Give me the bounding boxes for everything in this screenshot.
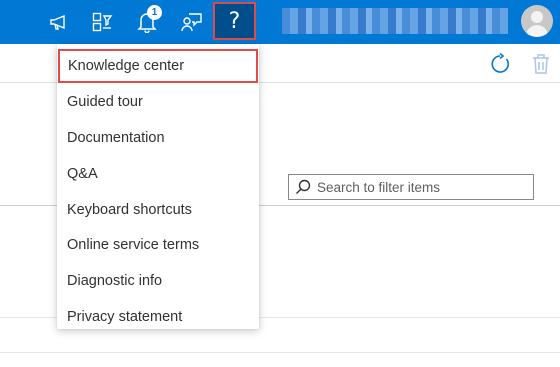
megaphone-icon	[49, 13, 69, 31]
account-name-redacted[interactable]	[282, 8, 508, 34]
announcements-button[interactable]	[37, 0, 81, 44]
menu-item-qa[interactable]: Q&A	[57, 157, 259, 191]
directory-filter-button[interactable]	[81, 0, 125, 44]
delete-button[interactable]	[531, 53, 551, 75]
menu-item-diagnostic-info[interactable]: Diagnostic info	[57, 264, 259, 298]
menu-item-online-service-terms[interactable]: Online service terms	[57, 228, 259, 262]
menu-item-guided-tour[interactable]: Guided tour	[57, 85, 259, 119]
notification-count-badge: 1	[147, 5, 162, 20]
menu-item-keyboard-shortcuts[interactable]: Keyboard shortcuts	[57, 193, 259, 227]
search-box[interactable]	[288, 174, 534, 200]
feedback-icon	[181, 12, 203, 32]
avatar-body-shape	[526, 25, 548, 37]
menu-item-documentation[interactable]: Documentation	[57, 121, 259, 155]
notifications-button[interactable]: 1	[125, 0, 169, 44]
help-button[interactable]: ?	[213, 2, 256, 40]
refresh-button[interactable]	[489, 52, 511, 75]
help-menu: Knowledge center Guided tour Documentati…	[57, 44, 259, 329]
menu-item-knowledge-center[interactable]: Knowledge center	[58, 49, 258, 83]
menu-item-privacy-statement[interactable]: Privacy statement	[57, 300, 259, 334]
search-icon	[289, 175, 317, 199]
divider	[0, 352, 560, 353]
feedback-button[interactable]	[170, 0, 214, 44]
delete-icon	[531, 54, 551, 79]
directory-filter-icon	[92, 12, 114, 32]
avatar-head-shape	[531, 11, 543, 23]
search-input[interactable]	[317, 179, 527, 195]
refresh-icon	[489, 52, 511, 79]
avatar[interactable]	[521, 5, 553, 37]
top-bar: 1 ?	[0, 0, 560, 44]
question-icon: ?	[228, 8, 241, 34]
